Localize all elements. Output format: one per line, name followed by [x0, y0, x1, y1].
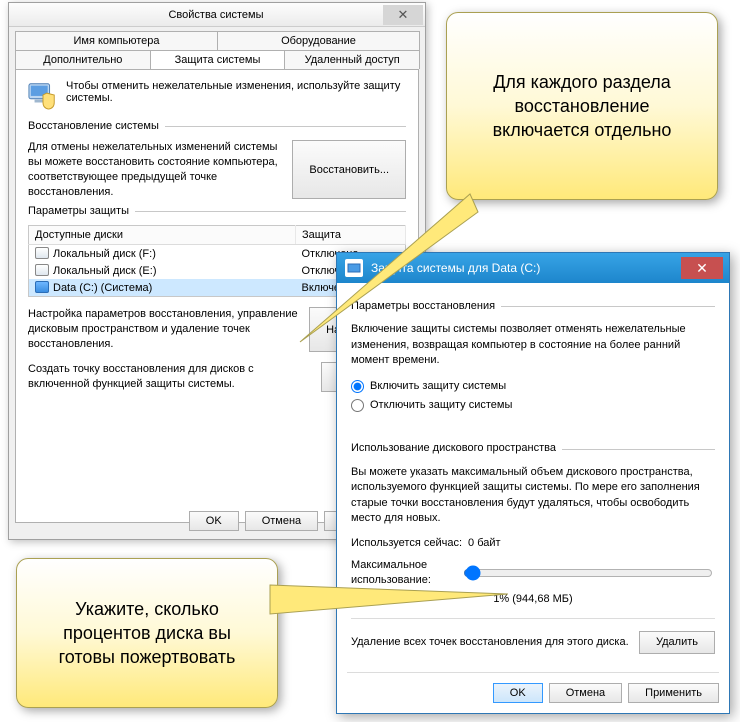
disk-header: Использование дискового пространства — [351, 441, 715, 456]
tab-advanced[interactable]: Дополнительно — [15, 50, 151, 69]
radio-enable[interactable]: Включить защиту системы — [351, 379, 715, 394]
tab-hardware[interactable]: Оборудование — [217, 31, 420, 50]
used-label: Используется сейчас: — [351, 536, 462, 551]
radio-disable-input[interactable] — [351, 399, 364, 412]
dialog-buttons: OK Отмена Применить — [347, 672, 719, 703]
intro-text: Чтобы отменить нежелательные изменения, … — [66, 80, 406, 110]
used-value: 0 байт — [468, 536, 501, 551]
annotation-callout: Укажите, сколько процентов диска вы гото… — [16, 558, 278, 708]
ok-button[interactable]: OK — [189, 511, 239, 531]
restore-text: Для отмены нежелательных изменений систе… — [28, 140, 284, 199]
annotation-callout: Для каждого раздела восстановление включ… — [446, 12, 718, 200]
delete-button[interactable]: Удалить — [639, 631, 715, 654]
restore-header: Восстановление системы — [28, 120, 406, 132]
callout-arrow-icon — [300, 194, 480, 334]
radio-enable-input[interactable] — [351, 380, 364, 393]
callout-arrow-icon — [270, 570, 510, 640]
drive-icon — [35, 281, 49, 293]
close-icon[interactable]: ✕ — [383, 5, 423, 25]
radio-disable[interactable]: Отключить защиту системы — [351, 398, 715, 413]
tab-system-protection[interactable]: Защита системы — [150, 50, 286, 69]
apply-button[interactable]: Применить — [628, 683, 719, 703]
close-icon[interactable]: ✕ — [681, 257, 723, 279]
drive-icon — [35, 247, 49, 259]
cancel-button[interactable]: Отмена — [245, 511, 318, 531]
cancel-button[interactable]: Отмена — [549, 683, 622, 703]
tab-computer-name[interactable]: Имя компьютера — [15, 31, 218, 50]
titlebar: Свойства системы ✕ — [9, 3, 425, 27]
ok-button[interactable]: OK — [493, 683, 543, 703]
tab-remote[interactable]: Удаленный доступ — [284, 50, 420, 69]
create-text: Создать точку восстановления для дисков … — [28, 362, 313, 392]
restore-button[interactable]: Восстановить... — [292, 140, 406, 199]
drive-icon — [35, 264, 49, 276]
col-drive: Доступные диски — [29, 226, 296, 245]
disk-desc: Вы можете указать максимальный объем дис… — [351, 465, 715, 527]
shield-screen-icon — [28, 80, 58, 110]
configure-text: Настройка параметров восстановления, упр… — [28, 307, 301, 352]
window-title: Свойства системы — [9, 9, 383, 21]
